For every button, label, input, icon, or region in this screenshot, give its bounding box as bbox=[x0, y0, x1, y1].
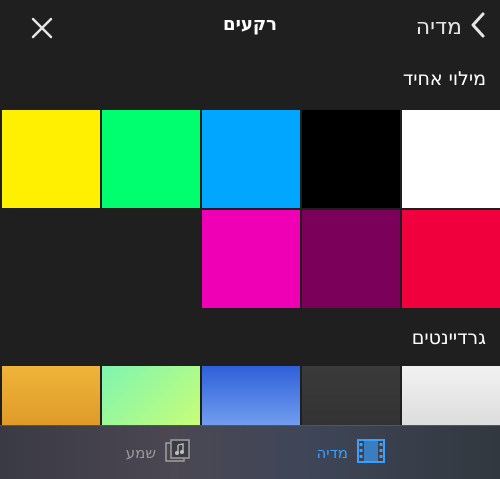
section-title-gradients: גרדיינטים bbox=[411, 327, 486, 349]
solid-color-swatch[interactable] bbox=[202, 210, 300, 308]
solid-color-swatch[interactable] bbox=[2, 110, 100, 208]
gradient-swatch[interactable] bbox=[302, 366, 400, 426]
bottom-toolbar: מדיה שמע bbox=[0, 425, 500, 479]
gradients-grid bbox=[0, 366, 500, 426]
back-to-media-button[interactable]: מדיה bbox=[416, 10, 486, 44]
gradient-swatch[interactable] bbox=[102, 366, 200, 426]
solid-color-swatch[interactable] bbox=[302, 110, 400, 208]
gradient-swatch[interactable] bbox=[402, 366, 500, 426]
music-note-icon bbox=[164, 438, 192, 468]
media-tab-label: מדיה bbox=[316, 444, 348, 462]
audio-tab[interactable]: שמע bbox=[126, 438, 192, 468]
solid-color-swatch[interactable] bbox=[402, 110, 500, 208]
solid-colors-grid bbox=[0, 110, 500, 310]
gradient-swatch[interactable] bbox=[202, 366, 300, 426]
top-bar: רקעים מדיה bbox=[0, 0, 500, 56]
gradient-swatch[interactable] bbox=[2, 366, 100, 426]
chevron-left-icon bbox=[470, 11, 486, 43]
section-title-solid: מילוי אחיד bbox=[402, 68, 486, 90]
solid-color-swatch[interactable] bbox=[102, 110, 200, 208]
solid-color-swatch[interactable] bbox=[202, 110, 300, 208]
media-tab[interactable]: מדיה bbox=[316, 438, 386, 468]
solid-color-swatch[interactable] bbox=[302, 210, 400, 308]
film-icon bbox=[356, 438, 386, 468]
audio-tab-label: שמע bbox=[125, 444, 156, 462]
back-label: מדיה bbox=[415, 14, 462, 40]
backgrounds-screen: רקעים מדיה מילוי אחיד גרדיינטים מדיה שמע bbox=[0, 0, 500, 479]
solid-color-swatch[interactable] bbox=[402, 210, 500, 308]
